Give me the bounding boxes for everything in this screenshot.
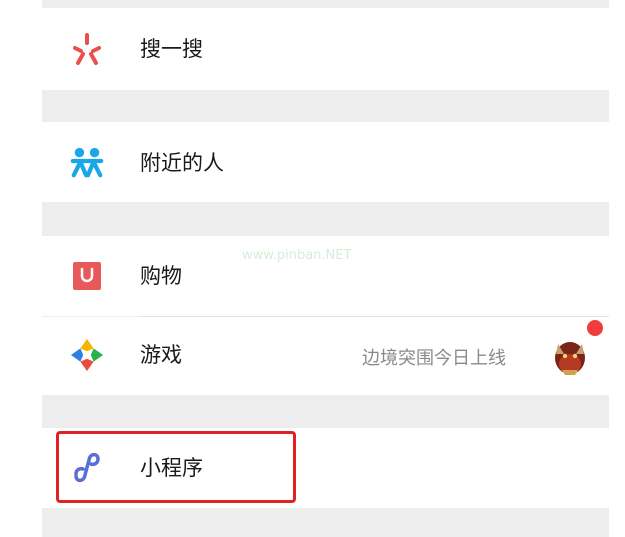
search-sparkle-icon (70, 32, 104, 66)
watermark-text: www.pinban.NET (242, 248, 352, 263)
menu-item-label: 游戏 (140, 343, 182, 367)
game-promo-avatar (550, 334, 590, 376)
menu-item-label: 购物 (140, 264, 182, 288)
game-promo-text: 边境突围今日上线 (362, 348, 506, 369)
mini-program-highlight-box (56, 431, 296, 503)
menu-item-label: 搜一搜 (140, 37, 203, 61)
menu-item-games[interactable]: 游戏 (42, 317, 609, 395)
game-diamond-icon (70, 338, 104, 372)
people-nearby-icon (70, 145, 104, 179)
menu-item-label: 附近的人 (140, 151, 224, 175)
menu-item-people-nearby[interactable]: 附近的人 (42, 122, 609, 202)
shopping-bag-icon (70, 259, 104, 293)
new-badge-dot (587, 320, 603, 336)
menu-item-search[interactable]: 搜一搜 (42, 8, 609, 90)
